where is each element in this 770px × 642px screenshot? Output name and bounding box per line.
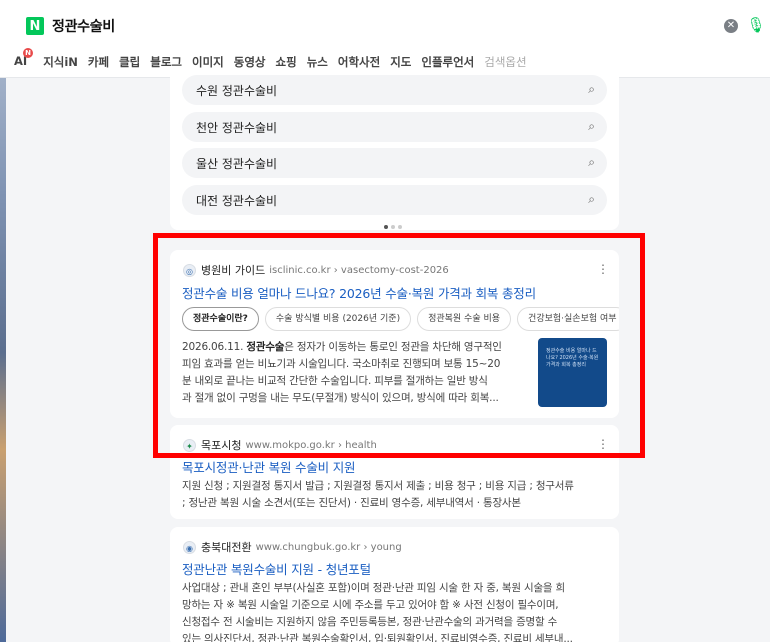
- search-icon: ⌕: [588, 155, 595, 169]
- result-title-link[interactable]: 목포시정관·난관 복원 수술비 지원: [182, 457, 355, 476]
- tab-knowledge-in[interactable]: 지식iN: [43, 54, 78, 70]
- tab-influencer[interactable]: 인플루언서: [421, 54, 474, 70]
- carousel-dots[interactable]: [384, 225, 402, 229]
- tab-ai[interactable]: AI N: [14, 48, 33, 70]
- tab-search-options[interactable]: 검색옵션: [484, 54, 526, 70]
- tab-dictionary[interactable]: 어학사전: [338, 54, 380, 70]
- tab-shopping[interactable]: 쇼핑: [276, 54, 297, 70]
- tab-image[interactable]: 이미지: [192, 54, 224, 70]
- search-icon: ⌕: [588, 192, 595, 206]
- suggestion-item[interactable]: 대전 정관수술비 ⌕: [182, 185, 607, 215]
- clear-icon[interactable]: ✕: [724, 19, 738, 33]
- site-favicon-icon: ◉: [183, 540, 196, 554]
- suggestion-item[interactable]: 울산 정관수술비 ⌕: [182, 148, 607, 178]
- desktop-edge: [0, 0, 6, 642]
- suggestion-item[interactable]: 천안 정관수술비 ⌕: [182, 112, 607, 142]
- site-url[interactable]: www.chungbuk.go.kr › young: [256, 542, 402, 553]
- search-tabs: AI N 지식iN 카페 클립 블로그 이미지 동영상 쇼핑 뉴스 어학사전 지도…: [14, 48, 537, 70]
- naver-logo[interactable]: N: [26, 17, 44, 35]
- site-name[interactable]: 충북대전환: [201, 539, 252, 555]
- search-header: N 정관수술비 ✕ 🎙 AI N 지식iN 카페 클립 블로그 이미지 동영상 쇼…: [0, 0, 770, 78]
- result-source[interactable]: ◉ 충북대전환 www.chungbuk.go.kr › young: [183, 539, 402, 555]
- suggestion-item[interactable]: 수원 정관수술비 ⌕: [182, 75, 607, 105]
- new-badge: N: [23, 48, 33, 58]
- search-result: ◉ 충북대전환 www.chungbuk.go.kr › young 정관난관 …: [170, 527, 619, 642]
- tab-video[interactable]: 동영상: [234, 54, 266, 70]
- tab-clip[interactable]: 클립: [119, 54, 140, 70]
- microphone-icon[interactable]: 🎙: [746, 16, 766, 36]
- search-icon: ⌕: [588, 119, 595, 133]
- tab-map[interactable]: 지도: [390, 54, 411, 70]
- result-snippet: 지원 신청 ; 지원결정 통지서 발급 ; 지원결정 통지서 제출 ; 비용 청…: [182, 480, 574, 509]
- tab-blog[interactable]: 블로그: [150, 54, 182, 70]
- tab-cafe[interactable]: 카페: [88, 54, 109, 70]
- search-input[interactable]: 정관수술비: [52, 16, 115, 36]
- related-searches: 수원 정관수술비 ⌕ 천안 정관수술비 ⌕ 울산 정관수술비 ⌕ 대전 정관수술비 ⌕: [170, 70, 619, 230]
- search-icon: ⌕: [588, 82, 595, 96]
- result-snippet: 사업대상 ; 관내 혼인 부부(사실혼 포함)이며 정관·난관 피임 시술 한 …: [182, 582, 573, 642]
- tab-news[interactable]: 뉴스: [307, 54, 328, 70]
- search-bar[interactable]: N 정관수술비 ✕ 🎙: [14, 9, 770, 43]
- highlight-annotation-box: [153, 233, 645, 458]
- result-title-link[interactable]: 정관난관 복원수술비 지원 - 청년포털: [182, 559, 371, 578]
